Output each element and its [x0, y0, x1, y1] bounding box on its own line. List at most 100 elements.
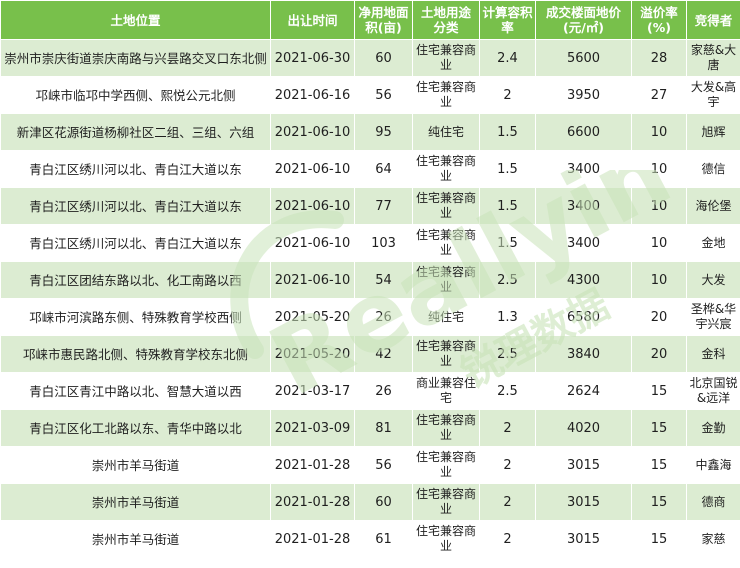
cell-plot-ratio: 1.5: [479, 224, 536, 262]
cell-date: 2021-03-17: [270, 372, 355, 410]
header-premium-rate: 溢价率(%): [631, 0, 687, 40]
cell-location: 青白江区团结东路以北、化工南路以西: [0, 261, 271, 299]
cell-plot-ratio: 2.5: [479, 261, 536, 299]
cell-plot-ratio: 2.4: [479, 39, 536, 77]
cell-winner: 海伦堡: [686, 187, 740, 225]
cell-area: 56: [354, 76, 413, 114]
table-row: 邛崃市河滨路东侧、特殊教育学校西侧 2021-05-20 26 纯住宅 1.3 6580 2…: [0, 298, 740, 336]
cell-floor-price: 4020: [535, 409, 632, 447]
cell-floor-price: 6600: [535, 113, 632, 151]
cell-plot-ratio: 1.3: [479, 298, 536, 336]
cell-date: 2021-03-09: [270, 409, 355, 447]
cell-usage: 住宅兼容商业: [412, 409, 480, 447]
cell-area: 61: [354, 520, 413, 558]
cell-premium-rate: 10: [631, 261, 687, 299]
cell-winner: 圣桦&华宇兴宸: [686, 298, 740, 336]
table-row: 青白江区团结东路以北、化工南路以西 2021-06-10 54 住宅兼容商业 2.5 43…: [0, 261, 740, 299]
cell-area: 56: [354, 446, 413, 484]
cell-winner: 北京国锐&远洋: [686, 372, 740, 410]
cell-area: 81: [354, 409, 413, 447]
cell-floor-price: 3015: [535, 446, 632, 484]
cell-area: 103: [354, 224, 413, 262]
cell-floor-price: 4300: [535, 261, 632, 299]
cell-usage: 商业兼容住宅: [412, 372, 480, 410]
cell-date: 2021-06-10: [270, 113, 355, 151]
table-row: 崇州市羊马街道 2021-01-28 61 住宅兼容商业 2 3015 15 家慈: [0, 520, 740, 558]
cell-location: 青白江区绣川河以北、青白江大道以东: [0, 150, 271, 188]
cell-plot-ratio: 2: [479, 446, 536, 484]
cell-area: 64: [354, 150, 413, 188]
cell-location: 新津区花源街道杨柳社区二组、三组、六组: [0, 113, 271, 151]
cell-usage: 纯住宅: [412, 298, 480, 336]
cell-date: 2021-01-28: [270, 520, 355, 558]
table-row: 邛崃市惠民路北侧、特殊教育学校东北侧 2021-05-20 42 住宅兼容商业 2.5 3…: [0, 335, 740, 373]
cell-usage: 住宅兼容商业: [412, 335, 480, 373]
cell-floor-price: 3400: [535, 150, 632, 188]
cell-area: 54: [354, 261, 413, 299]
cell-plot-ratio: 2.5: [479, 335, 536, 373]
cell-location: 邛崃市惠民路北侧、特殊教育学校东北侧: [0, 335, 271, 373]
table-row: 青白江区绣川河以北、青白江大道以东 2021-06-10 77 住宅兼容商业 1.5 34…: [0, 187, 740, 225]
cell-floor-price: 3015: [535, 520, 632, 558]
cell-winner: 金地: [686, 224, 740, 262]
cell-premium-rate: 15: [631, 520, 687, 558]
cell-usage: 住宅兼容商业: [412, 261, 480, 299]
cell-premium-rate: 10: [631, 187, 687, 225]
cell-area: 60: [354, 483, 413, 521]
cell-date: 2021-06-10: [270, 150, 355, 188]
cell-area: 95: [354, 113, 413, 151]
cell-usage: 住宅兼容商业: [412, 483, 480, 521]
cell-floor-price: 3400: [535, 224, 632, 262]
cell-winner: 中鑫海: [686, 446, 740, 484]
cell-premium-rate: 20: [631, 298, 687, 336]
header-area: 净用地面积(亩): [354, 0, 413, 40]
cell-floor-price: 3400: [535, 187, 632, 225]
table-row: 邛崃市临邛中学西侧、熙悦公元北侧 2021-06-16 56 住宅兼容商业 2 3950 2…: [0, 76, 740, 114]
cell-premium-rate: 10: [631, 150, 687, 188]
cell-plot-ratio: 2.5: [479, 372, 536, 410]
cell-winner: 德信: [686, 150, 740, 188]
header-winner: 竞得者: [686, 0, 740, 40]
cell-winner: 旭辉: [686, 113, 740, 151]
header-floor-price: 成交楼面地价(元/㎡): [535, 0, 632, 40]
land-transaction-table: 土地位置 出让时间 净用地面积(亩) 土地用途分类 计算容积率 成交楼面地价(元…: [0, 0, 740, 558]
table-row: 青白江区青江中路以北、智慧大道以西 2021-03-17 26 商业兼容住宅 2.5 26…: [0, 372, 740, 410]
table-row: 青白江区绣川河以北、青白江大道以东 2021-06-10 64 住宅兼容商业 1.5 34…: [0, 150, 740, 188]
cell-usage: 住宅兼容商业: [412, 224, 480, 262]
header-date: 出让时间: [270, 0, 355, 40]
cell-premium-rate: 27: [631, 76, 687, 114]
header-plot-ratio: 计算容积率: [479, 0, 536, 40]
cell-usage: 住宅兼容商业: [412, 187, 480, 225]
cell-premium-rate: 20: [631, 335, 687, 373]
cell-floor-price: 5600: [535, 39, 632, 77]
cell-date: 2021-06-10: [270, 261, 355, 299]
cell-plot-ratio: 2: [479, 483, 536, 521]
table-row: 崇州市羊马街道 2021-01-28 60 住宅兼容商业 2 3015 15 德商: [0, 483, 740, 521]
cell-date: 2021-05-20: [270, 335, 355, 373]
cell-floor-price: 3015: [535, 483, 632, 521]
cell-date: 2021-01-28: [270, 446, 355, 484]
cell-location: 青白江区青江中路以北、智慧大道以西: [0, 372, 271, 410]
cell-premium-rate: 15: [631, 372, 687, 410]
table-row: 新津区花源街道杨柳社区二组、三组、六组 2021-06-10 95 纯住宅 1.5 660…: [0, 113, 740, 151]
cell-winner: 金科: [686, 335, 740, 373]
cell-usage: 住宅兼容商业: [412, 39, 480, 77]
cell-winner: 金勤: [686, 409, 740, 447]
cell-location: 邛崃市河滨路东侧、特殊教育学校西侧: [0, 298, 271, 336]
cell-winner: 大发&高宇: [686, 76, 740, 114]
table-row: 崇州市羊马街道 2021-01-28 56 住宅兼容商业 2 3015 15 中鑫海: [0, 446, 740, 484]
cell-location: 青白江区化工北路以东、青华中路以北: [0, 409, 271, 447]
table-body: 崇州市崇庆街道崇庆南路与兴昙路交叉口东北侧 2021-06-30 60 住宅兼容商业 2…: [0, 39, 740, 558]
cell-usage: 住宅兼容商业: [412, 446, 480, 484]
cell-plot-ratio: 2: [479, 76, 536, 114]
cell-date: 2021-06-10: [270, 224, 355, 262]
cell-date: 2021-06-30: [270, 39, 355, 77]
cell-location: 崇州市羊马街道: [0, 483, 271, 521]
cell-winner: 家慈&大唐: [686, 39, 740, 77]
header-location: 土地位置: [0, 0, 271, 40]
cell-premium-rate: 10: [631, 113, 687, 151]
cell-floor-price: 3950: [535, 76, 632, 114]
cell-winner: 大发: [686, 261, 740, 299]
cell-location: 崇州市羊马街道: [0, 446, 271, 484]
cell-usage: 住宅兼容商业: [412, 150, 480, 188]
